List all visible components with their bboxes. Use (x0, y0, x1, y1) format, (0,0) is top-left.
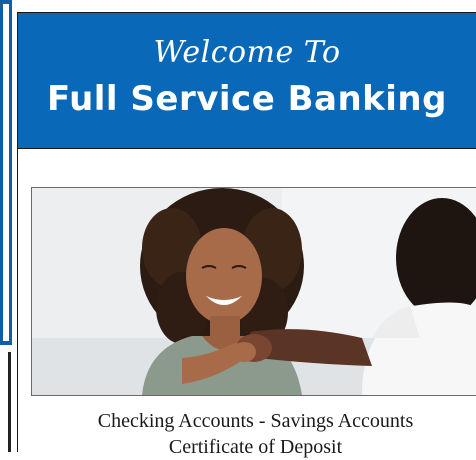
bank-title: Full Service Banking (47, 79, 447, 119)
handshake-photo (31, 187, 476, 396)
services-caption: Checking Accounts - Savings Accounts Cer… (35, 408, 476, 460)
header-banner: Welcome To Full Service Banking (18, 13, 476, 149)
caption-line-1: Checking Accounts - Savings Accounts (97, 410, 414, 432)
caption-line-2: Certificate of Deposit (168, 436, 343, 458)
adjacent-ad-rule (8, 352, 11, 452)
adjacent-ad-border (0, 0, 12, 345)
bank-advertisement: Welcome To Full Service Banking Checking… (17, 12, 476, 458)
welcome-text: Welcome To (153, 35, 341, 70)
